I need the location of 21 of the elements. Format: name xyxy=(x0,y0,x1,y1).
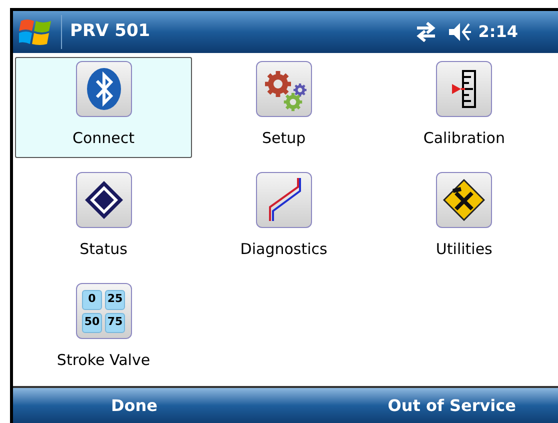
clock-time: 2:14 xyxy=(478,21,518,43)
preset-value: 75 xyxy=(105,312,125,332)
menu-item[interactable]: Utilities xyxy=(376,168,553,269)
menu-item[interactable]: Connect xyxy=(15,57,192,158)
diamond-icon xyxy=(84,180,124,220)
menu-item[interactable]: Diagnostics xyxy=(195,168,372,269)
tools-icon xyxy=(443,179,486,221)
preset-value: 0 xyxy=(82,290,102,310)
menu-item[interactable]: Setup xyxy=(195,57,372,158)
line-graph-icon xyxy=(266,177,301,223)
speaker-icon xyxy=(448,22,472,42)
windows-logo-icon[interactable] xyxy=(19,17,53,47)
softkey[interactable]: Done xyxy=(105,394,164,418)
preset-value: 25 xyxy=(105,290,125,310)
softkey[interactable]: Out of Service xyxy=(382,394,522,418)
preset-value: 50 xyxy=(82,312,102,332)
menu-item[interactable]: Status xyxy=(15,168,192,269)
bluetooth-icon xyxy=(86,67,122,111)
menu-item[interactable]: Calibration xyxy=(376,57,553,158)
menu-item[interactable]: 0 25 50 75 Stroke Valve xyxy=(15,279,192,380)
window-title: PRV 501 xyxy=(70,20,150,44)
